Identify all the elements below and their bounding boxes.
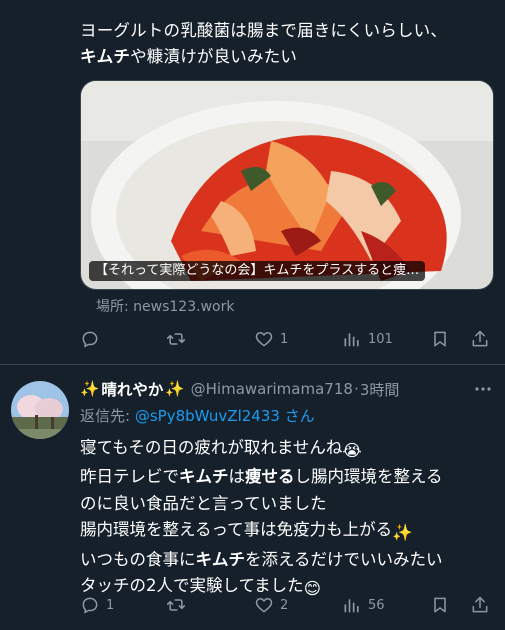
bookmark-icon — [434, 597, 446, 613]
reply-count-2: 1 — [106, 597, 115, 613]
bookmark-icon — [434, 331, 446, 347]
views-icon — [344, 599, 359, 613]
sparkles-emoji-left: ✨ — [80, 380, 100, 398]
post-1: ヨーグルトの乳酸菌は腸まで届きにくいらしい、 キムチや糠漬けが良いみたい 【それ… — [0, 0, 505, 362]
share-button-2[interactable] — [470, 595, 490, 615]
post-2-actions: 1 2 56 — [78, 593, 496, 617]
repost-icon — [166, 333, 186, 345]
post-2-line-2-e: し腸内環境を整える — [294, 467, 443, 487]
repost-button-2[interactable] — [166, 595, 192, 615]
share-icon — [472, 596, 488, 613]
sparkles-emoji-right: ✨ — [165, 380, 185, 398]
time-separator: · — [353, 380, 359, 398]
kimchi-bold-2: キムチ — [195, 549, 246, 569]
reply-to-suffix: さん — [279, 407, 315, 425]
post-1-text-line-2: キムチや糠漬けが良いみたい — [80, 44, 495, 70]
reply-button[interactable] — [80, 329, 106, 349]
heart-icon — [255, 332, 273, 347]
views-button[interactable]: 101 — [342, 329, 393, 349]
post-2-line-1: 寝てもその日の疲れが取れませんね😭 — [80, 435, 500, 464]
post-2-line-2: 昨日テレビでキムチは痩せるし腸内環境を整える — [80, 464, 500, 490]
post-2: ✨ 晴れやか ✨ @Himawarimama718 · 3時間 返信先: @sP… — [0, 365, 505, 630]
views-count: 101 — [368, 331, 393, 347]
post-2-line-4-text: 腸内環境を整えるって事は免疫力も上がる — [80, 520, 393, 540]
yaseru-bold: 痩せる — [245, 467, 295, 487]
views-count-2: 56 — [368, 597, 385, 613]
views-button-2[interactable]: 56 — [342, 595, 385, 615]
link-card[interactable]: 【それって実際どうなの会】キムチをプラスすると痩… — [80, 80, 494, 290]
post-2-line-3: のに良い食品だと言っていました — [80, 493, 327, 513]
crying-face-emoji: 😭 — [342, 441, 362, 460]
like-count: 1 — [280, 331, 289, 347]
repost-button[interactable] — [166, 329, 192, 349]
post-2-line-5: いつもの食事にキムチを添えるだけでいいみたい — [80, 547, 500, 573]
post-1-text: ヨーグルトの乳酸菌は腸まで届きにくいらしい、 キムチや糠漬けが良いみたい — [80, 18, 495, 70]
post-1-text-line-1: ヨーグルトの乳酸菌は腸まで届きにくいらしい、 — [80, 21, 448, 40]
like-count-2: 2 — [280, 597, 289, 613]
timestamp[interactable]: 3時間 — [360, 379, 400, 400]
post-2-line-1-text: 寝てもその日の疲れが取れませんね — [80, 438, 343, 457]
more-icon — [475, 387, 491, 391]
post-2-line-2-a: 昨日テレビで — [80, 467, 179, 487]
post-1-kimchi-bold: キムチ — [80, 47, 131, 66]
bookmark-button[interactable] — [430, 329, 450, 349]
like-button-2[interactable]: 2 — [254, 595, 288, 615]
post-2-line-2-c: は — [228, 467, 246, 487]
kimchi-bold: キムチ — [179, 467, 229, 487]
reply-mention-link[interactable]: @sPy8bWuvZl2433 — [135, 407, 280, 425]
post-2-text: 寝てもその日の疲れが取れませんね😭 昨日テレビでキムチは痩せるし腸内環境を整える… — [80, 435, 500, 602]
share-icon — [472, 330, 488, 347]
link-card-domain[interactable]: 場所: news123.work — [96, 296, 234, 316]
share-button[interactable] — [470, 329, 490, 349]
avatar[interactable] — [11, 381, 69, 439]
views-icon — [344, 333, 359, 347]
reply-button-2[interactable]: 1 — [80, 595, 114, 615]
reply-to-line: 返信先: @sPy8bWuvZl2433 さん — [80, 405, 315, 426]
reply-icon — [82, 331, 98, 348]
like-button[interactable]: 1 — [254, 329, 288, 349]
post-2-line-5-a: いつもの食事に — [80, 549, 196, 569]
post-2-header: ✨ 晴れやか ✨ @Himawarimama718 · 3時間 — [80, 377, 500, 401]
reply-to-prefix: 返信先: — [80, 407, 135, 425]
post-1-actions: 1 101 — [78, 327, 496, 351]
kimchi-photo — [81, 81, 493, 289]
bookmark-button-2[interactable] — [430, 595, 450, 615]
post-2-line-5-c: を添えるだけでいいみたい — [245, 549, 443, 569]
avatar-image — [11, 381, 69, 439]
heart-icon — [255, 598, 273, 613]
reply-icon — [82, 597, 98, 614]
user-handle[interactable]: @Himawarimama718 — [191, 380, 353, 398]
link-card-caption: 【それって実際どうなの会】キムチをプラスすると痩… — [89, 261, 426, 281]
more-options-button[interactable] — [473, 379, 493, 399]
sparkles-emoji: ✨ — [392, 523, 413, 543]
repost-icon — [166, 599, 186, 611]
display-name[interactable]: 晴れやか — [101, 378, 163, 400]
post-2-line-4: 腸内環境を整えるって事は免疫力も上がる✨ — [80, 517, 500, 546]
post-1-text-line-2-rest: や糠漬けが良いみたい — [130, 47, 298, 66]
